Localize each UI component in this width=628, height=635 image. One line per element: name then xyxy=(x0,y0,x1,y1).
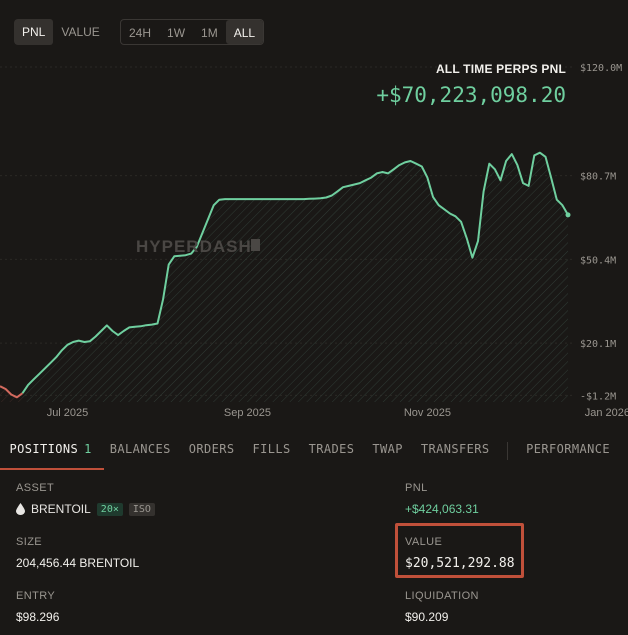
chart-area xyxy=(0,151,571,402)
pnl-label: PNL xyxy=(405,482,428,494)
asset-name[interactable]: BRENTOIL xyxy=(31,502,91,516)
x-tick-label: Sep 2025 xyxy=(224,407,271,419)
positions-count-badge: 1 xyxy=(84,442,92,456)
range-toggle: 24H 1W 1M ALL xyxy=(120,19,265,45)
liquidation-label: LIQUIDATION xyxy=(405,590,479,602)
size-label: SIZE xyxy=(16,536,43,548)
entry-field: ENTRY $98.296 xyxy=(16,590,59,624)
tab-twap[interactable]: TWAP xyxy=(372,432,403,470)
range-1w-button[interactable]: 1W xyxy=(159,20,193,44)
entry-label: ENTRY xyxy=(16,590,56,602)
pnl-area-fill xyxy=(22,152,568,402)
margin-mode-badge: ISO xyxy=(128,502,155,516)
asset-label: ASSET xyxy=(16,482,55,494)
liquidation-field: LIQUIDATION $90.209 xyxy=(405,590,479,624)
range-all-button[interactable]: ALL xyxy=(225,20,264,44)
watermark-block-icon xyxy=(251,239,260,251)
chart-watermark: HYPERDASH xyxy=(136,237,252,256)
x-tick-label: Nov 2025 xyxy=(404,407,451,419)
tab-transfers[interactable]: TRANSFERS xyxy=(421,432,490,470)
pnl-chart[interactable]: HYPERDASH $120.0M $80.7M $50.4M $20.1M -$1.2… xyxy=(0,55,628,430)
x-tick-label: Jan 2026 xyxy=(585,407,628,419)
leverage-badge: 20× xyxy=(96,502,123,516)
tab-balances[interactable]: BALANCES xyxy=(110,432,171,470)
metric-toggle: PNL VALUE xyxy=(14,19,108,45)
bottom-tabs: POSITIONS 1 BALANCES ORDERS FILLS TRADES … xyxy=(0,432,628,470)
size-field: SIZE 204,456.44 BRENTOIL xyxy=(16,536,139,570)
value-label: VALUE xyxy=(405,536,443,548)
tab-fills[interactable]: FILLS xyxy=(252,432,290,470)
pnl-toggle-button[interactable]: PNL xyxy=(14,19,54,45)
pnl-endpoint xyxy=(565,212,571,218)
asset-field: ASSET BRENTOIL 20× ISO xyxy=(16,482,155,516)
tab-positions[interactable]: POSITIONS 1 xyxy=(0,432,104,470)
tab-orders[interactable]: ORDERS xyxy=(189,432,235,470)
pnl-value: +$424,063.31 xyxy=(405,502,479,516)
oil-drop-icon xyxy=(16,503,25,515)
tab-performance[interactable]: PERFORMANCE xyxy=(526,432,610,470)
range-24h-button[interactable]: 24H xyxy=(121,20,159,44)
value-toggle-button[interactable]: VALUE xyxy=(53,19,107,45)
pnl-field: PNL +$424,063.31 xyxy=(405,482,479,516)
y-tick-label: $20.1M xyxy=(580,339,616,350)
y-tick-label: $50.4M xyxy=(580,255,616,266)
y-tick-label: -$1.2M xyxy=(580,391,616,402)
y-tick-label: $80.7M xyxy=(580,172,616,183)
tab-trades[interactable]: TRADES xyxy=(309,432,355,470)
x-tick-label: Jul 2025 xyxy=(47,407,89,419)
size-value: 204,456.44 BRENTOIL xyxy=(16,556,140,570)
y-tick-label: $120.0M xyxy=(580,63,622,74)
tab-divider xyxy=(507,442,509,460)
entry-value: $98.296 xyxy=(16,610,60,624)
liquidation-value: $90.209 xyxy=(405,610,449,624)
chart-title: ALL TIME PERPS PNL xyxy=(435,62,566,76)
value-field: VALUE $20,521,292.88 xyxy=(405,536,515,571)
position-value: $20,521,292.88 xyxy=(405,556,515,571)
tab-positions-label: POSITIONS xyxy=(9,442,79,456)
range-1m-button[interactable]: 1M xyxy=(193,20,226,44)
chart-total-pnl: +$70,223,098.20 xyxy=(376,83,566,107)
